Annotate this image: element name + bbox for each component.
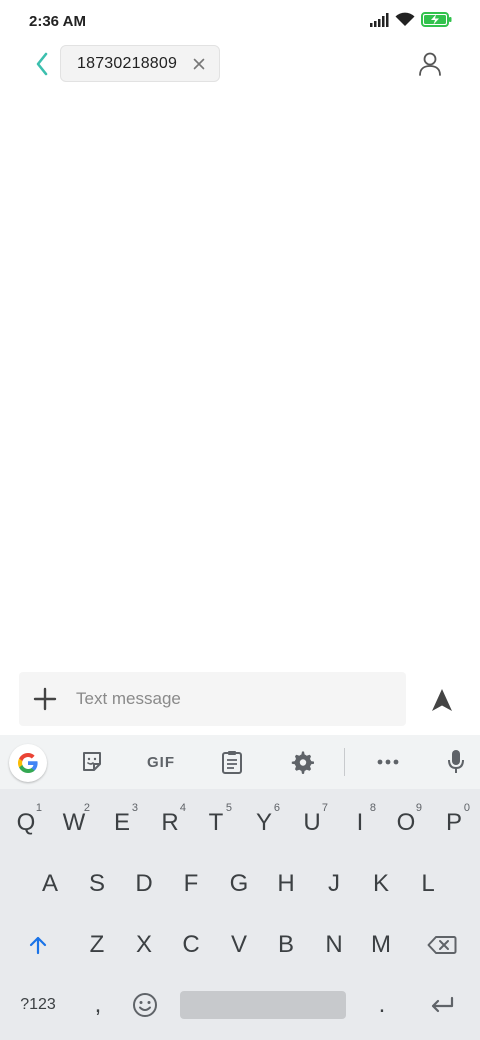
shift-key[interactable] — [14, 920, 62, 970]
send-icon[interactable] — [428, 686, 456, 714]
key-hint: 9 — [415, 802, 422, 814]
enter-arrow-icon — [431, 996, 454, 1013]
sticker-icon — [83, 752, 101, 771]
key-label: I — [356, 809, 364, 836]
key-label: Q — [16, 809, 36, 836]
clipboard-icon — [222, 751, 242, 774]
chevron-left-icon — [36, 52, 48, 76]
key-g[interactable]: G — [215, 859, 263, 909]
key-u[interactable]: U7 — [288, 798, 336, 848]
key-hint: 4 — [179, 802, 186, 814]
key-t[interactable]: T5 — [192, 798, 240, 848]
key-label: P — [445, 809, 462, 836]
key-s[interactable]: S — [73, 859, 121, 909]
key-hint: 1 — [35, 802, 42, 814]
key-hint: 6 — [273, 802, 280, 814]
key-m[interactable]: M — [357, 920, 405, 970]
period-key[interactable]: . — [358, 980, 406, 1030]
key-label: O — [396, 809, 416, 836]
keyboard-toolbar: GIF — [0, 735, 480, 789]
key-v[interactable]: V — [215, 920, 263, 970]
key-y[interactable]: Y6 — [240, 798, 288, 848]
key-hint: 0 — [463, 802, 470, 814]
shift-arrow-icon — [29, 936, 47, 955]
google-button[interactable] — [9, 744, 47, 782]
battery-charging-icon — [421, 12, 452, 27]
clipboard-button[interactable] — [218, 747, 246, 777]
google-icon — [18, 753, 38, 773]
key-h[interactable]: H — [262, 859, 310, 909]
symbols-key[interactable]: ?123 — [8, 980, 68, 1030]
key-label: R — [161, 809, 179, 836]
status-time: 2:36 AM — [29, 13, 86, 30]
comma-key[interactable]: , — [76, 980, 120, 1030]
enter-key[interactable] — [418, 980, 466, 1030]
keyboard: G I F Q 1 W 2 E 3 R 4 T 5 Y 6 U 7 I 8 O 9 … — [0, 735, 480, 1040]
key-q[interactable]: Q1 — [2, 798, 50, 848]
recipient-chip[interactable]: 18730218809 — [60, 45, 220, 82]
backspace-icon — [427, 936, 457, 954]
key-l[interactable]: L — [404, 859, 452, 909]
gear-icon — [291, 751, 314, 774]
emoji-icon — [133, 993, 157, 1017]
key-c[interactable]: C — [167, 920, 215, 970]
key-j[interactable]: J — [310, 859, 358, 909]
key-label: W — [62, 809, 86, 836]
toolbar-divider — [344, 748, 345, 776]
contact-icon[interactable] — [416, 50, 444, 78]
signal-icon — [370, 12, 389, 27]
space-key[interactable] — [180, 991, 346, 1019]
more-horizontal-icon — [377, 759, 399, 765]
key-label: T — [208, 809, 224, 836]
settings-button[interactable] — [288, 747, 316, 777]
key-r[interactable]: R4 — [146, 798, 194, 848]
more-button[interactable] — [374, 747, 402, 777]
plus-icon[interactable] — [32, 686, 58, 712]
key-label: Y — [255, 809, 272, 836]
backspace-key[interactable] — [416, 920, 468, 970]
key-i[interactable]: I8 — [336, 798, 384, 848]
conversation-header: 18730218809 — [0, 42, 480, 86]
key-a[interactable]: A — [26, 859, 74, 909]
message-input[interactable] — [76, 688, 386, 710]
key-label: E — [113, 809, 130, 836]
key-label: U — [303, 809, 321, 836]
voice-input-button[interactable] — [442, 747, 470, 777]
key-hint: 3 — [131, 802, 138, 814]
gif-button[interactable]: GIF — [140, 747, 182, 777]
key-d[interactable]: D — [120, 859, 168, 909]
key-hint: 2 — [83, 802, 90, 814]
key-o[interactable]: O9 — [382, 798, 430, 848]
key-b[interactable]: B — [262, 920, 310, 970]
emoji-key[interactable] — [122, 980, 168, 1030]
key-f[interactable]: F — [167, 859, 215, 909]
key-hint: 5 — [225, 802, 232, 814]
recipient-number: 18730218809 — [77, 55, 178, 72]
microphone-icon — [448, 750, 464, 773]
wifi-icon — [395, 12, 415, 26]
key-k[interactable]: K — [357, 859, 405, 909]
gif-label: GIF — [147, 753, 175, 771]
back-button[interactable] — [28, 50, 56, 78]
status-bar: 2:36 AM — [0, 0, 480, 42]
key-hint: 8 — [369, 802, 376, 814]
key-x[interactable]: X — [120, 920, 168, 970]
key-n[interactable]: N — [310, 920, 358, 970]
compose-bar — [0, 672, 480, 728]
status-icons — [369, 12, 452, 27]
key-hint: 7 — [321, 802, 328, 814]
close-icon[interactable] — [191, 56, 207, 72]
key-w[interactable]: W2 — [50, 798, 98, 848]
key-e[interactable]: E3 — [98, 798, 146, 848]
key-z[interactable]: Z — [73, 920, 121, 970]
sticker-button[interactable] — [78, 747, 106, 777]
key-p[interactable]: P0 — [430, 798, 478, 848]
